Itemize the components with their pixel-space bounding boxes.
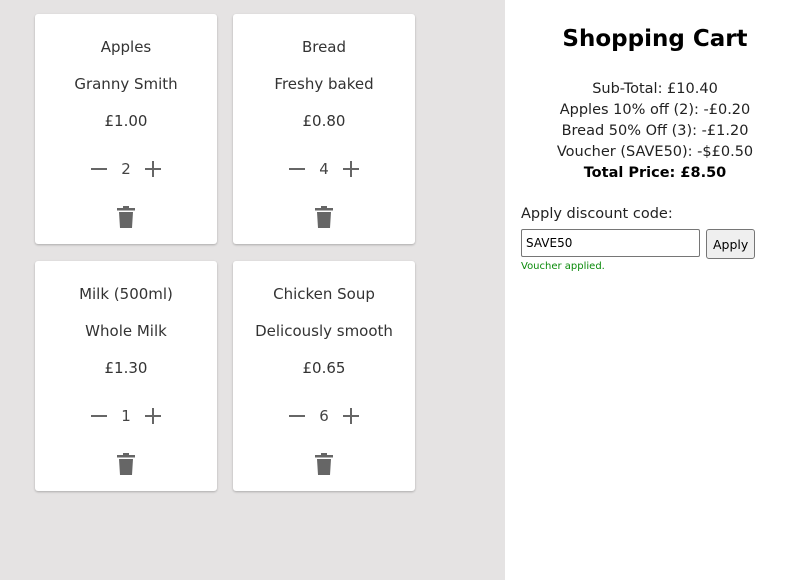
voucher-line: Voucher (SAVE50): -$£0.50 — [556, 144, 754, 160]
trash-icon[interactable] — [117, 206, 135, 228]
total-price: Total Price: £8.50 — [583, 165, 727, 181]
subtotal-line: Sub-Total: £10.40 — [592, 81, 718, 97]
product-price: £0.80 — [302, 112, 346, 130]
minus-icon[interactable] — [286, 405, 308, 427]
product-card-chicken-soup: Chicken Soup Delicously smooth £0.65 6 — [233, 261, 415, 491]
plus-icon[interactable] — [340, 158, 362, 180]
product-description: Granny Smith — [74, 75, 178, 93]
product-card-apples: Apples Granny Smith £1.00 2 — [35, 14, 217, 244]
trash-icon[interactable] — [315, 206, 333, 228]
discount-code-label: Apply discount code: — [521, 206, 673, 222]
discount-line-apples: Apples 10% off (2): -£0.20 — [559, 102, 751, 118]
minus-icon[interactable] — [88, 158, 110, 180]
cart-title: Shopping Cart — [562, 26, 748, 52]
quantity-stepper: 1 — [35, 405, 217, 427]
minus-icon[interactable] — [88, 405, 110, 427]
plus-icon[interactable] — [142, 405, 164, 427]
quantity-stepper: 2 — [35, 158, 217, 180]
quantity-value: 1 — [121, 407, 131, 425]
product-price: £1.30 — [104, 359, 148, 377]
quantity-value: 2 — [121, 160, 131, 178]
quantity-stepper: 6 — [233, 405, 415, 427]
quantity-value: 6 — [319, 407, 329, 425]
product-name: Milk (500ml) — [79, 285, 173, 303]
product-name: Bread — [301, 38, 347, 56]
product-description: Whole Milk — [85, 322, 167, 340]
trash-icon[interactable] — [315, 453, 333, 475]
product-name: Chicken Soup — [273, 285, 375, 303]
product-price: £1.00 — [104, 112, 148, 130]
quantity-value: 4 — [319, 160, 329, 178]
product-card-bread: Bread Freshy baked £0.80 4 — [233, 14, 415, 244]
product-description: Freshy baked — [274, 75, 374, 93]
apply-button[interactable]: Apply — [706, 229, 755, 259]
trash-icon[interactable] — [117, 453, 135, 475]
minus-icon[interactable] — [286, 158, 308, 180]
plus-icon[interactable] — [142, 158, 164, 180]
voucher-status-message: Voucher applied. — [521, 261, 605, 272]
plus-icon[interactable] — [340, 405, 362, 427]
discount-code-input[interactable] — [521, 229, 700, 257]
quantity-stepper: 4 — [233, 158, 415, 180]
product-description: Delicously smooth — [255, 322, 393, 340]
discount-line-bread: Bread 50% Off (3): -£1.20 — [561, 123, 749, 139]
product-name: Apples — [100, 38, 152, 56]
product-price: £0.65 — [302, 359, 346, 377]
shopping-cart-panel: Shopping Cart Sub-Total: £10.40 Apples 1… — [505, 0, 801, 580]
product-card-milk: Milk (500ml) Whole Milk £1.30 1 — [35, 261, 217, 491]
product-grid: Apples Granny Smith £1.00 2 Bread Freshy… — [0, 0, 505, 580]
